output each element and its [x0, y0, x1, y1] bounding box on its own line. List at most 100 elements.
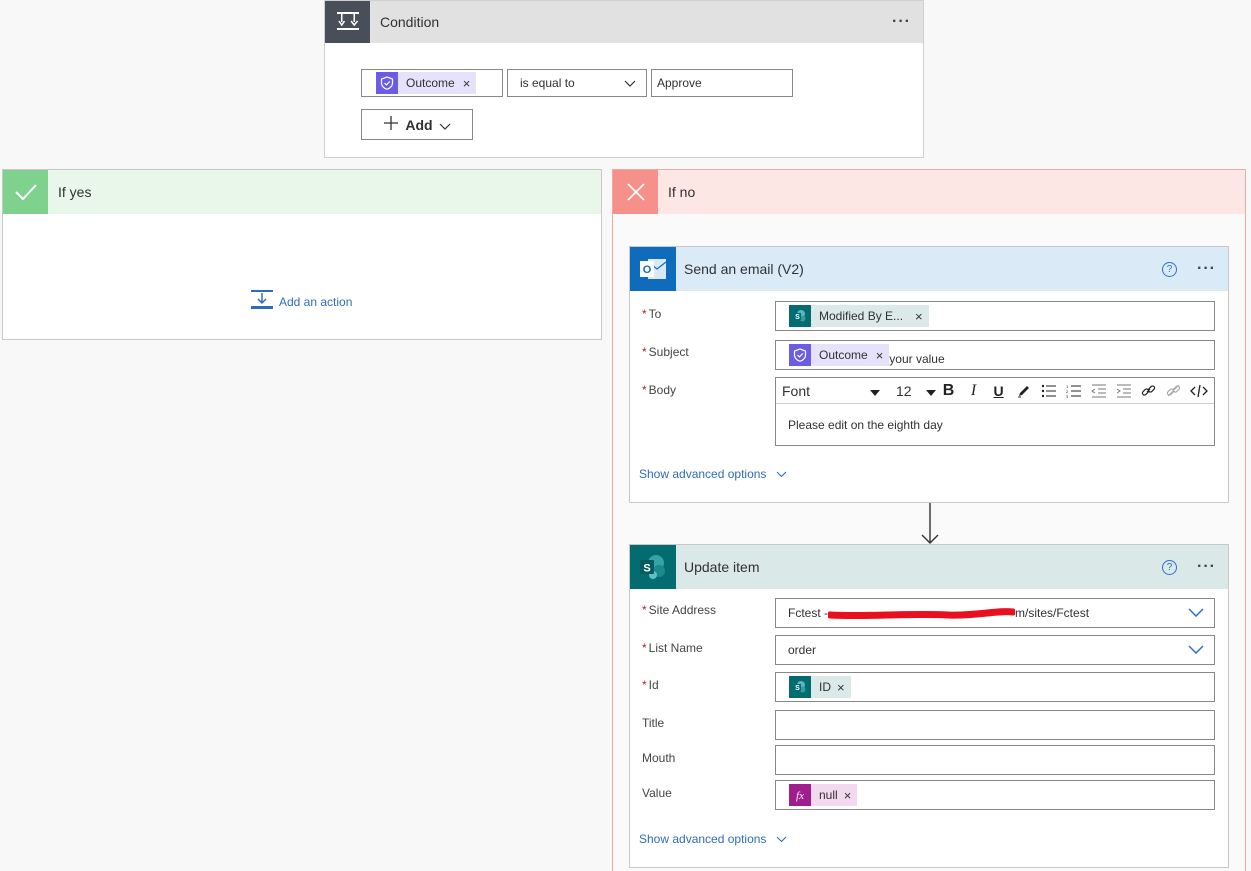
modified-by-token[interactable]: S Modified By E... × — [789, 305, 929, 327]
to-field[interactable]: S Modified By E... × — [775, 301, 1215, 331]
remove-token-icon[interactable]: × — [837, 680, 845, 695]
if-yes-branch: If yes Add an action — [2, 169, 602, 340]
checkmark-icon — [3, 170, 48, 214]
chevron-down-icon — [439, 117, 451, 133]
operator-value: is equal to — [520, 76, 575, 90]
underline-icon[interactable]: U — [986, 380, 1011, 402]
font-value: Font — [782, 382, 811, 399]
decrease-indent-icon[interactable] — [1086, 380, 1111, 402]
bullet-list-icon[interactable] — [1036, 380, 1061, 402]
chevron-down-icon — [1188, 606, 1204, 620]
list-name-label-text: List Name — [648, 641, 703, 655]
remove-token-icon[interactable]: × — [876, 348, 884, 363]
font-select[interactable]: Font — [782, 381, 886, 401]
plus-icon — [383, 115, 399, 134]
bold-icon[interactable]: B — [936, 380, 961, 402]
required-mark: * — [642, 678, 647, 692]
add-condition-button[interactable]: Add — [361, 109, 473, 140]
link-icon[interactable] — [1136, 380, 1161, 402]
approvals-icon — [376, 72, 398, 94]
condition-header[interactable]: Condition ··· — [325, 1, 923, 43]
font-size-select[interactable]: 12 — [896, 383, 936, 399]
send-email-header[interactable]: O Send an email (V2) ? ··· — [630, 247, 1228, 291]
condition-value: Approve — [657, 76, 702, 90]
site-address-suffix: m/sites/Fctest — [1015, 606, 1090, 620]
null-token-label: null — [819, 788, 838, 802]
add-action-icon — [251, 290, 273, 313]
svg-text:S: S — [795, 314, 800, 321]
id-token[interactable]: S ID × — [789, 676, 851, 698]
sharepoint-icon: S — [789, 676, 811, 698]
help-icon[interactable]: ? — [1162, 559, 1178, 575]
update-item-header[interactable]: S Update item ? ··· — [630, 545, 1228, 589]
condition-left-operand[interactable]: Outcome × — [361, 69, 503, 97]
add-action-label: Add an action — [279, 294, 353, 309]
italic-icon[interactable]: I — [961, 380, 986, 402]
outcome-token-label: Outcome — [406, 76, 455, 90]
help-icon[interactable]: ? — [1162, 261, 1178, 277]
body-content[interactable]: Please edit on the eighth day — [776, 404, 1214, 432]
redaction-mark — [828, 606, 1016, 620]
font-size-value: 12 — [896, 382, 912, 399]
condition-title: Condition — [380, 14, 440, 30]
if-no-title: If no — [668, 184, 696, 200]
id-field[interactable]: S ID × — [775, 672, 1215, 702]
highlight-pen-icon[interactable] — [1011, 380, 1036, 402]
increase-indent-icon[interactable] — [1111, 380, 1136, 402]
show-advanced-options-link[interactable]: Show advanced options — [639, 832, 787, 846]
approvals-icon — [789, 344, 811, 366]
list-name-select[interactable]: order — [775, 635, 1215, 665]
condition-row: Outcome × is equal to Approve — [361, 69, 793, 97]
caret-down-icon — [870, 383, 880, 399]
chevron-down-icon — [1188, 643, 1204, 657]
subject-field[interactable]: Outcome × your value — [775, 340, 1215, 370]
numbered-list-icon[interactable]: 123 — [1061, 380, 1086, 402]
condition-value-input[interactable]: Approve — [651, 69, 793, 97]
remove-token-icon[interactable]: × — [844, 788, 852, 803]
update-item-card: S Update item ? ··· * Site Address Fctest… — [629, 544, 1229, 868]
value-label: Value — [642, 786, 672, 800]
send-email-menu-button[interactable]: ··· — [1197, 261, 1216, 277]
show-advanced-label: Show advanced options — [639, 832, 767, 846]
outcome-token[interactable]: Outcome × — [789, 344, 890, 366]
update-item-title: Update item — [684, 559, 760, 575]
show-advanced-label: Show advanced options — [639, 467, 767, 481]
update-item-menu-button[interactable]: ··· — [1197, 559, 1216, 575]
remove-token-icon[interactable]: × — [915, 309, 923, 324]
send-email-title: Send an email (V2) — [684, 261, 804, 277]
add-button-label: Add — [405, 116, 433, 133]
formatting-toolbar: Font 12 B I U 123 — [776, 378, 1214, 404]
subject-label: * Subject — [642, 345, 689, 359]
code-view-icon[interactable] — [1186, 380, 1211, 402]
title-label: Title — [642, 716, 665, 730]
subject-text: your value — [889, 352, 945, 366]
null-expression-token[interactable]: fx null × — [789, 784, 858, 806]
function-fx-icon: fx — [789, 784, 811, 806]
chevron-down-icon — [776, 467, 787, 481]
site-address-select[interactable]: Fctest - m/sites/Fctest — [775, 598, 1215, 628]
if-yes-header: If yes — [3, 170, 601, 214]
remove-token-icon[interactable]: × — [463, 76, 471, 91]
id-label-text: Id — [648, 678, 659, 692]
to-label-text: To — [648, 307, 662, 321]
add-action-link[interactable]: Add an action — [251, 290, 352, 313]
show-advanced-options-link[interactable]: Show advanced options — [639, 467, 787, 481]
mouth-input[interactable] — [775, 745, 1215, 775]
caret-down-icon — [926, 383, 936, 399]
value-field[interactable]: fx null × — [775, 780, 1215, 810]
title-input[interactable] — [775, 710, 1215, 740]
if-yes-title: If yes — [58, 184, 92, 200]
unlink-icon[interactable] — [1161, 380, 1186, 402]
close-icon — [613, 170, 658, 214]
body-label-text: Body — [648, 383, 677, 397]
modified-by-token-label: Modified By E... — [819, 309, 904, 323]
sharepoint-icon: S — [630, 545, 676, 589]
list-name-label: * List Name — [642, 641, 703, 655]
site-address-label: * Site Address — [642, 603, 716, 617]
outcome-token[interactable]: Outcome × — [376, 72, 477, 94]
condition-icon — [325, 1, 370, 43]
body-editor[interactable]: Font 12 B I U 123 Please edit on the eig… — [775, 377, 1215, 446]
condition-operator-select[interactable]: is equal to — [507, 69, 647, 97]
condition-menu-button[interactable]: ··· — [892, 14, 911, 30]
svg-text:3: 3 — [1066, 394, 1069, 398]
